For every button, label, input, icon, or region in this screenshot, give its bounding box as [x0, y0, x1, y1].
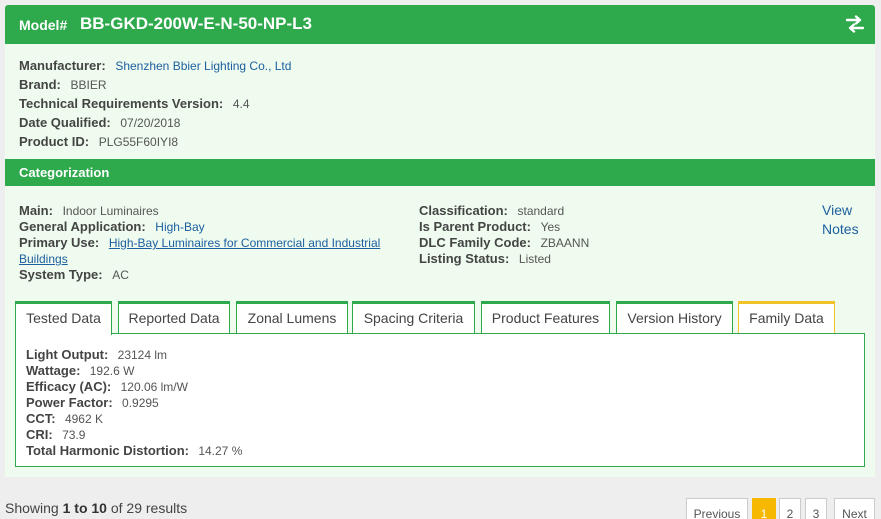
efficacy-row: Efficacy (AC): 120.06 lm/W [26, 379, 188, 394]
product-id-row: Product ID: PLG55F60IYI8 [19, 134, 178, 149]
manufacturer-label: Manufacturer: [19, 58, 106, 73]
model-header: Model# BB-GKD-200W-E-N-50-NP-L3 [5, 5, 875, 44]
next-button[interactable]: Next [834, 498, 875, 519]
light-output-row: Light Output: 23124 lm [26, 347, 167, 362]
family-code-row: DLC Family Code: ZBAANN [419, 235, 589, 250]
manufacturer-link[interactable]: Shenzhen Bbier Lighting Co., Ltd [115, 59, 291, 73]
primary-use-link-continued[interactable]: Buildings [19, 252, 68, 266]
efficacy-label: Efficacy (AC): [26, 379, 112, 394]
cct-row: CCT: 4962 K [26, 411, 103, 426]
system-type-value: AC [112, 268, 129, 282]
main-label: Main: [19, 203, 53, 218]
is-parent-label: Is Parent Product: [419, 219, 531, 234]
page-button-2[interactable]: 2 [779, 498, 801, 519]
main-value: Indoor Luminaires [62, 204, 159, 218]
tab-label: Version History [627, 310, 722, 326]
product-card: Model# BB-GKD-200W-E-N-50-NP-L3 Manufact… [5, 5, 875, 477]
tested-data-panel: Light Output: 23124 lm Wattage: 192.6 W … [15, 333, 865, 467]
thd-label: Total Harmonic Distortion: [26, 443, 189, 458]
family-code-label: DLC Family Code: [419, 235, 531, 250]
date-qualified-row: Date Qualified: 07/20/2018 [19, 115, 180, 130]
tech-version-label: Technical Requirements Version: [19, 96, 224, 111]
tab-zonal-lumens[interactable]: Zonal Lumens [236, 301, 348, 334]
general-application-row: General Application: High-Bay [19, 219, 205, 234]
wattage-row: Wattage: 192.6 W [26, 363, 134, 378]
thd-value: 14.27 % [198, 444, 243, 458]
power-factor-value: 0.9295 [122, 396, 159, 410]
primary-use-row: Primary Use: High-Bay Luminaires for Com… [19, 235, 380, 250]
date-qualified-value: 07/20/2018 [120, 116, 181, 130]
tab-label: Zonal Lumens [247, 310, 337, 326]
tab-label: Product Features [491, 310, 600, 326]
model-number: BB-GKD-200W-E-N-50-NP-L3 [80, 14, 313, 33]
tab-product-features[interactable]: Product Features [481, 301, 610, 334]
tab-tested-data[interactable]: Tested Data [15, 301, 112, 335]
light-output-value: 23124 lm [117, 348, 168, 362]
wattage-label: Wattage: [26, 363, 81, 378]
cct-label: CCT: [26, 411, 56, 426]
results-from: 1 [62, 500, 71, 516]
family-code-value: ZBAANN [540, 236, 590, 250]
page-button-1[interactable]: 1 [752, 498, 776, 519]
cri-value: 73.9 [62, 428, 86, 442]
brand-label: Brand: [19, 77, 61, 92]
classification-row: Classification: standard [419, 203, 564, 218]
listing-status-label: Listing Status: [419, 251, 510, 266]
previous-button[interactable]: Previous [686, 498, 748, 519]
view-notes-line-2: Notes [822, 221, 859, 237]
primary-use-link[interactable]: High-Bay Luminaires for Commercial and I… [109, 236, 380, 250]
power-factor-row: Power Factor: 0.9295 [26, 395, 159, 410]
thd-row: Total Harmonic Distortion: 14.27 % [26, 443, 242, 458]
listing-status-row: Listing Status: Listed [419, 251, 551, 266]
product-id-value: PLG55F60IYI8 [98, 135, 179, 149]
results-summary: Showing 1 to 10 of 29 results [5, 500, 187, 516]
brand-row: Brand: BBIER [19, 77, 107, 92]
classification-label: Classification: [419, 203, 508, 218]
tab-spacing-criteria[interactable]: Spacing Criteria [352, 301, 475, 334]
primary-use-row-2: Buildings [19, 251, 68, 266]
tab-family-data[interactable]: Family Data [738, 301, 835, 334]
primary-use-label: Primary Use: [19, 235, 100, 250]
manufacturer-row: Manufacturer: Shenzhen Bbier Lighting Co… [19, 58, 291, 73]
results-to: 10 [91, 500, 107, 516]
results-to-word: to [74, 500, 88, 516]
general-application-link[interactable]: High-Bay [155, 220, 204, 234]
main-row: Main: Indoor Luminaires [19, 203, 159, 218]
tech-version-value: 4.4 [232, 97, 250, 111]
view-notes-link[interactable]: View Notes [822, 201, 867, 239]
brand-value: BBIER [70, 78, 107, 92]
cri-row: CRI: 73.9 [26, 427, 85, 442]
swap-arrows-icon[interactable] [845, 15, 865, 33]
system-type-label: System Type: [19, 267, 103, 282]
cct-value: 4962 K [64, 412, 103, 426]
tab-label: Tested Data [26, 310, 101, 326]
cri-label: CRI: [26, 427, 53, 442]
tab-label: Family Data [749, 310, 824, 326]
classification-value: standard [517, 204, 565, 218]
efficacy-value: 120.06 lm/W [120, 380, 188, 394]
listing-status-value: Listed [518, 252, 551, 266]
tab-label: Reported Data [128, 310, 220, 326]
view-notes-line-1: View [822, 202, 853, 218]
light-output-label: Light Output: [26, 347, 109, 362]
tab-label: Spacing Criteria [363, 310, 464, 326]
categorization-title: Categorization [19, 165, 110, 180]
general-application-label: General Application: [19, 219, 146, 234]
product-id-label: Product ID: [19, 134, 90, 149]
wattage-value: 192.6 W [89, 364, 135, 378]
power-factor-label: Power Factor: [26, 395, 113, 410]
is-parent-value: Yes [540, 220, 561, 234]
page-button-3[interactable]: 3 [805, 498, 827, 519]
tab-version-history[interactable]: Version History [616, 301, 733, 334]
categorization-header: Categorization [5, 159, 875, 186]
model-label: Model# [19, 17, 68, 33]
system-type-row: System Type: AC [19, 267, 129, 282]
is-parent-row: Is Parent Product: Yes [419, 219, 560, 234]
results-prefix: Showing [5, 500, 59, 516]
results-total: of 29 results [110, 500, 188, 516]
tech-version-row: Technical Requirements Version: 4.4 [19, 96, 250, 111]
date-qualified-label: Date Qualified: [19, 115, 111, 130]
tab-reported-data[interactable]: Reported Data [118, 301, 230, 334]
